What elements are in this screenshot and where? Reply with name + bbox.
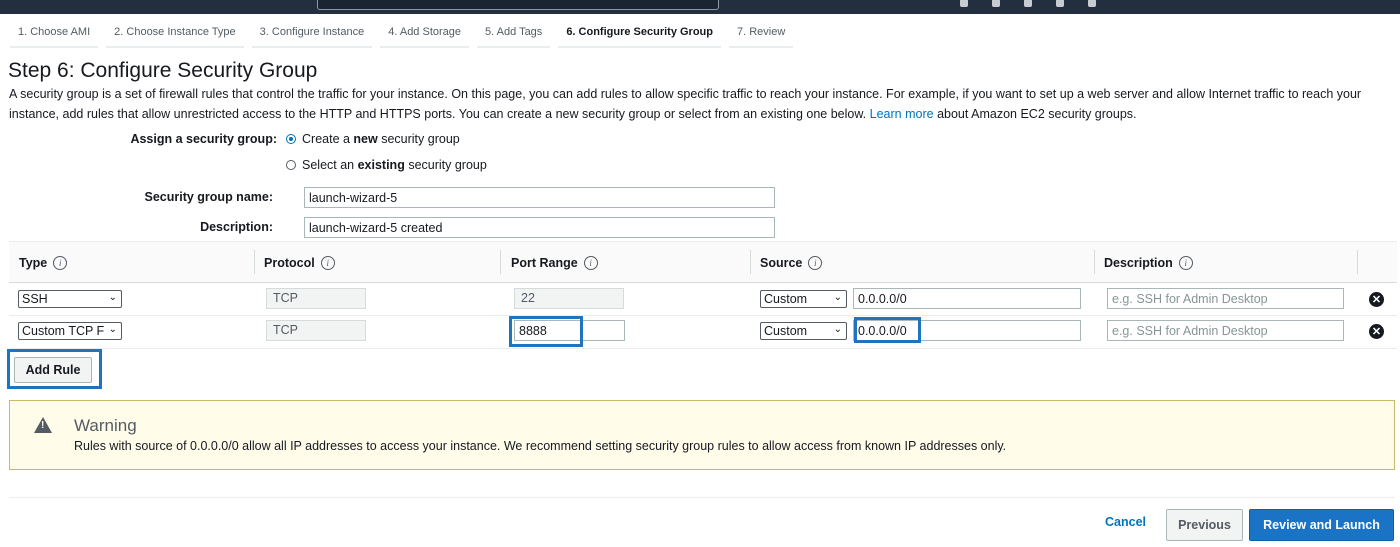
rule-port-field: 22 (514, 288, 624, 309)
previous-button[interactable]: Previous (1166, 509, 1243, 541)
warning-title: Warning (74, 416, 137, 435)
rule-row: SSH ⌄ TCP 22 Custom ⌄ ✕ (9, 282, 1397, 316)
footer-divider (9, 497, 1395, 498)
radio-new-text-post: security group (377, 132, 460, 146)
col-header-type-text: Type (19, 256, 48, 270)
column-divider[interactable] (254, 250, 255, 274)
wizard-step-review[interactable]: 7. Review (729, 18, 794, 48)
add-rule-button[interactable]: Add Rule (14, 357, 92, 383)
intro-suffix: about Amazon EC2 security groups. (937, 106, 1137, 121)
col-header-source: Source i (760, 256, 823, 270)
radio-select-existing-group[interactable]: Select an existing security group (286, 158, 487, 172)
warning-text: Rules with source of 0.0.0.0/0 allow all… (74, 439, 1007, 453)
radio-existing-text-pre: Select an (302, 158, 358, 172)
chevron-down-icon: ⌄ (108, 292, 117, 303)
rule-source-value: Custom (764, 292, 808, 306)
info-icon[interactable]: i (808, 256, 823, 270)
rule-port-input[interactable] (514, 320, 625, 341)
group-description-input[interactable] (304, 217, 775, 238)
radio-button-selected[interactable] (286, 134, 296, 144)
col-header-type: Type i (19, 256, 68, 270)
rule-type-value: SSH (22, 292, 48, 306)
info-icon[interactable]: i (320, 256, 335, 270)
global-search-box[interactable] (317, 0, 719, 10)
rule-protocol-field: TCP (266, 320, 366, 341)
wizard-step-configure-security-group[interactable]: 6. Configure Security Group (558, 18, 721, 48)
rules-table: Type i Protocol i Port Range i Source i Desc… (9, 241, 1397, 349)
rule-source-select[interactable]: Custom ⌄ (760, 290, 847, 308)
radio-existing-text-bold: existing (357, 158, 405, 172)
col-header-description-text: Description (1104, 256, 1173, 270)
group-description-label: Description: (200, 220, 273, 234)
radio-new-text-pre: Create a (302, 132, 354, 146)
col-header-description: Description i (1104, 256, 1193, 270)
rule-description-input[interactable] (1107, 288, 1344, 309)
wizard-step-choose-ami[interactable]: 1. Choose AMI (10, 18, 99, 48)
chevron-down-icon: ⌄ (833, 324, 842, 335)
top-nav-bar (0, 0, 1400, 14)
group-name-label: Security group name: (144, 190, 274, 204)
review-and-launch-button[interactable]: Review and Launch (1249, 509, 1394, 541)
col-header-port-range: Port Range i (511, 256, 598, 270)
info-icon[interactable]: i (1178, 256, 1193, 270)
wizard-step-add-tags[interactable]: 5. Add Tags (477, 18, 551, 48)
learn-more-link[interactable]: Learn more (870, 107, 934, 121)
group-name-input[interactable] (304, 187, 775, 208)
remove-rule-icon[interactable]: ✕ (1369, 324, 1384, 339)
rule-source-select[interactable]: Custom ⌄ (760, 322, 847, 340)
wizard-steps: 1. Choose AMI 2. Choose Instance Type 3. C… (10, 18, 801, 48)
rule-description-input[interactable] (1107, 320, 1344, 341)
account-menu-icon[interactable] (1024, 0, 1032, 7)
rules-table-header: Type i Protocol i Port Range i Source i Desc… (9, 241, 1397, 283)
radio-button-unselected[interactable] (286, 160, 296, 170)
col-header-protocol-text: Protocol (264, 256, 315, 270)
chevron-down-icon: ⌄ (108, 324, 117, 335)
radio-new-text-bold: new (353, 132, 378, 146)
cancel-button[interactable]: Cancel (1105, 515, 1146, 529)
top-nav-icons (960, 0, 1340, 8)
assign-group-label: Assign a security group: (130, 132, 277, 146)
rule-type-select[interactable]: Custom TCP F ⌄ (18, 322, 122, 340)
rule-row: Custom TCP F⌄ TCP Custom⌄ ✕ (9, 315, 1397, 349)
warning-alert: Warning Rules with source of 0.0.0.0/0 a… (9, 400, 1395, 470)
bell-icon[interactable] (992, 0, 1000, 7)
column-divider[interactable] (1094, 250, 1095, 274)
warning-icon (34, 417, 52, 433)
column-divider[interactable] (750, 250, 751, 274)
rule-source-value: Custom (764, 324, 808, 338)
info-icon[interactable]: i (53, 256, 68, 270)
col-header-protocol: Protocol i (264, 256, 335, 270)
column-divider[interactable] (500, 250, 501, 274)
col-header-source-text: Source (760, 256, 803, 270)
info-icon[interactable]: i (583, 256, 598, 270)
rule-source-cidr-input[interactable] (853, 320, 1081, 341)
wizard-step-configure-instance[interactable]: 3. Configure Instance (251, 18, 373, 48)
rule-type-select[interactable]: SSH ⌄ (18, 290, 122, 308)
remove-rule-icon[interactable]: ✕ (1369, 292, 1384, 307)
cloudshell-icon[interactable] (960, 0, 968, 7)
intro-body: A security group is a set of firewall ru… (9, 87, 1362, 121)
chevron-down-icon: ⌄ (833, 292, 842, 303)
col-header-port-range-text: Port Range (511, 256, 578, 270)
rule-type-value: Custom TCP F (22, 324, 105, 338)
region-menu-icon[interactable] (1056, 0, 1064, 7)
page-title: Step 6: Configure Security Group (8, 59, 318, 82)
support-menu-icon[interactable] (1088, 0, 1096, 7)
wizard-step-add-storage[interactable]: 4. Add Storage (380, 18, 470, 48)
radio-existing-text-post: security group (404, 158, 487, 172)
radio-create-new-group[interactable]: Create a new security group (286, 132, 460, 146)
column-divider[interactable] (1357, 250, 1358, 274)
rule-protocol-field: TCP (266, 288, 366, 309)
intro-text: A security group is a set of firewall ru… (9, 85, 1394, 124)
rule-source-cidr-input[interactable] (853, 288, 1081, 309)
wizard-step-choose-instance-type[interactable]: 2. Choose Instance Type (106, 18, 244, 48)
